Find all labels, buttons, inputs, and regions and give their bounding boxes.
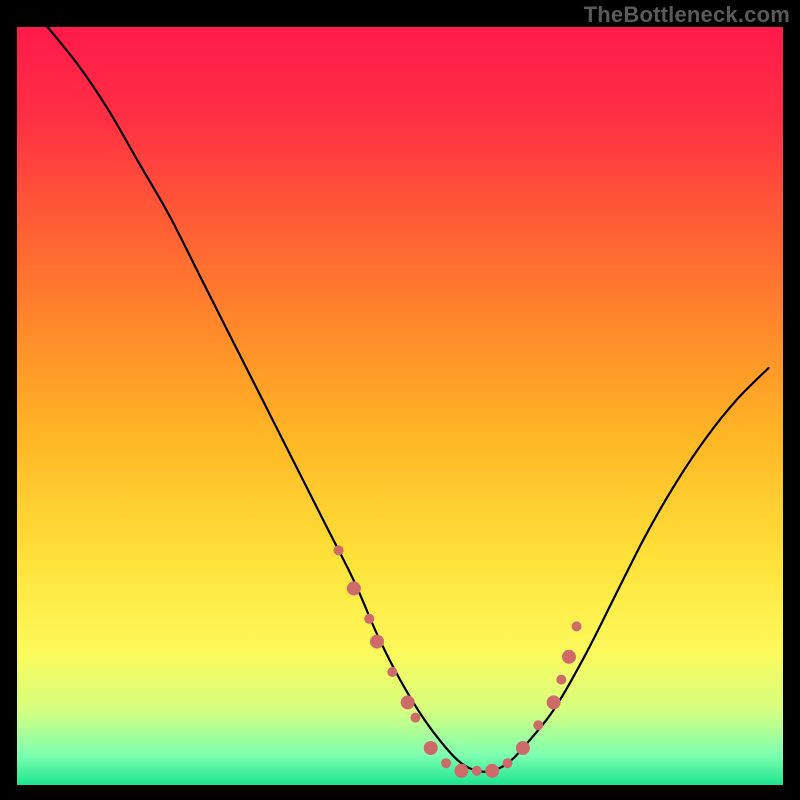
- bottleneck-chart: [0, 0, 800, 800]
- marker-dot: [572, 621, 582, 631]
- marker-dot: [424, 741, 438, 755]
- marker-dot: [485, 764, 499, 778]
- marker-dot: [410, 713, 420, 723]
- marker-dot: [401, 695, 415, 709]
- marker-dot: [441, 758, 451, 768]
- marker-dot: [533, 720, 543, 730]
- marker-dot: [547, 695, 561, 709]
- marker-dot: [503, 758, 513, 768]
- marker-dot: [334, 545, 344, 555]
- marker-dot: [472, 766, 482, 776]
- gradient-background: [16, 26, 784, 786]
- marker-dot: [387, 667, 397, 677]
- marker-dot: [516, 741, 530, 755]
- marker-dot: [562, 650, 576, 664]
- chart-stage: TheBottleneck.com: [0, 0, 800, 800]
- marker-dot: [364, 614, 374, 624]
- marker-dot: [556, 675, 566, 685]
- watermark-text: TheBottleneck.com: [584, 2, 790, 28]
- marker-dot: [370, 635, 384, 649]
- marker-dot: [454, 764, 468, 778]
- marker-dot: [347, 581, 361, 595]
